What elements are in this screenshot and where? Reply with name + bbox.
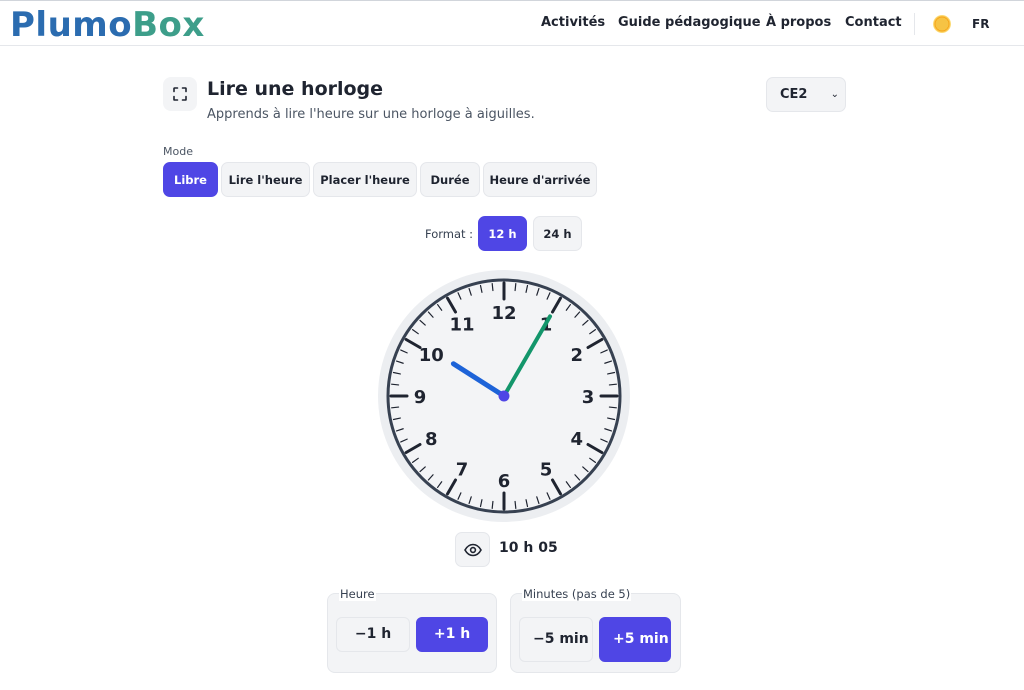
level-select[interactable]: CE2 ⌄ (766, 77, 846, 112)
clock-minute-tick (514, 500, 517, 509)
nav-contact[interactable]: Contact (845, 15, 902, 30)
chevron-down-icon: ⌄ (830, 89, 839, 100)
clock-number-2: 2 (570, 345, 583, 366)
logo[interactable]: PlumoBox (10, 5, 205, 45)
nav-guide[interactable]: Guide pédagogique (618, 15, 761, 30)
clock-minute-tick (391, 383, 400, 386)
mode-lire-heure-button[interactable]: Lire l'heure (221, 162, 310, 197)
clock-minute-tick (608, 383, 617, 386)
page-subtitle: Apprends à lire l'heure sur une horloge … (207, 107, 535, 122)
clock-number-5: 5 (540, 460, 553, 481)
analog-clock[interactable]: 121234567891011 (377, 269, 631, 523)
hour-controls-label: Heure (339, 587, 376, 601)
format-label: Format : (425, 227, 474, 241)
mode-label: Mode (163, 145, 193, 158)
logo-part2: Box (132, 5, 205, 45)
hour-minus-button[interactable]: −1 h (336, 617, 410, 652)
hour-plus-button[interactable]: +1 h (416, 617, 488, 652)
nav-divider (914, 13, 915, 35)
clock-number-12: 12 (491, 303, 516, 324)
time-readout: 10 h 05 (499, 540, 558, 556)
mode-placer-heure-button[interactable]: Placer l'heure (313, 162, 417, 197)
format-12h-button[interactable]: 12 h (478, 216, 527, 251)
minute-minus-button[interactable]: −5 min (519, 617, 593, 662)
format-24h-button[interactable]: 24 h (533, 216, 582, 251)
top-navbar: PlumoBox Activités Guide pédagogique À p… (0, 0, 1024, 46)
clock-face: 121234567891011 (378, 270, 630, 522)
clock-minute-tick (514, 283, 517, 292)
clock-number-7: 7 (456, 460, 469, 481)
clock-number-11: 11 (449, 314, 474, 335)
clock-number-4: 4 (570, 429, 583, 450)
minute-controls-label: Minutes (pas de 5) (522, 587, 632, 601)
page-title: Lire une horloge (207, 78, 384, 100)
clock-minute-tick (391, 406, 400, 409)
clock-number-10: 10 (419, 345, 444, 366)
clock-number-9: 9 (414, 387, 427, 408)
nav-a-propos[interactable]: À propos (766, 15, 831, 30)
level-select-value: CE2 (780, 87, 808, 102)
clock-number-6: 6 (498, 471, 511, 492)
minute-plus-button[interactable]: +5 min (599, 617, 671, 662)
clock-minute-tick (491, 283, 494, 292)
mode-duree-button[interactable]: Durée (420, 162, 480, 197)
logo-part1: Plumo (10, 5, 133, 45)
fullscreen-button[interactable] (163, 77, 197, 111)
nav-activites[interactable]: Activités (541, 15, 605, 30)
clock-number-8: 8 (425, 429, 438, 450)
fullscreen-icon (173, 87, 187, 101)
language-switch[interactable]: FR (972, 17, 989, 31)
show-time-button[interactable] (455, 532, 490, 567)
mode-heure-arrivee-button[interactable]: Heure d'arrivée (483, 162, 597, 197)
eye-icon (463, 543, 482, 556)
clock-minute-tick (608, 406, 617, 409)
clock-minute-tick (491, 500, 494, 509)
clock-center (498, 390, 510, 402)
sun-icon[interactable] (933, 15, 951, 33)
clock-number-3: 3 (582, 387, 595, 408)
mode-libre-button[interactable]: Libre (163, 162, 218, 197)
